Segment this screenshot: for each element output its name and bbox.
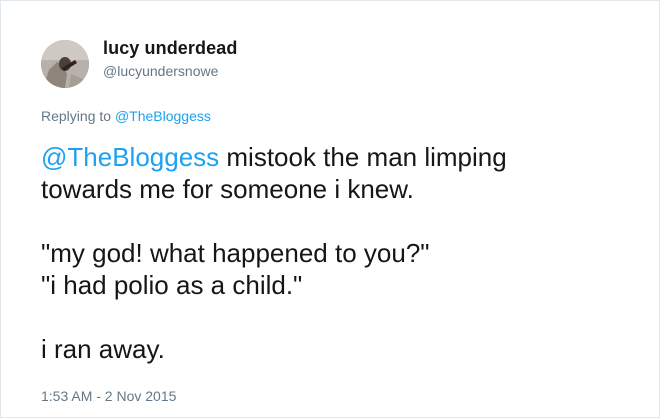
avatar[interactable] bbox=[41, 40, 89, 88]
replying-to-label: Replying to bbox=[41, 108, 115, 124]
tweet-line-1-text: mistook the man limping bbox=[219, 142, 507, 172]
replying-to-link[interactable]: @TheBloggess bbox=[115, 108, 211, 124]
tweet-text: @TheBloggess mistook the man limping tow… bbox=[41, 141, 641, 365]
replying-to: Replying to @TheBloggess bbox=[41, 108, 211, 124]
display-name[interactable]: lucy underdead bbox=[103, 38, 237, 59]
avatar-photo-icon bbox=[41, 40, 89, 88]
tweet-line-3: "my god! what happened to you?" bbox=[41, 238, 430, 268]
mention-link[interactable]: @TheBloggess bbox=[41, 142, 219, 172]
tweet-card: lucy underdead @lucyundersnowe Replying … bbox=[0, 0, 660, 418]
user-handle[interactable]: @lucyundersnowe bbox=[103, 63, 218, 79]
tweet-line-5: i ran away. bbox=[41, 334, 165, 364]
tweet-line-1: @TheBloggess mistook the man limping bbox=[41, 141, 641, 173]
tweet-line-2: towards me for someone i knew. bbox=[41, 174, 414, 204]
tweet-timestamp[interactable]: 1:53 AM - 2 Nov 2015 bbox=[41, 388, 176, 404]
tweet-line-4: "i had polio as a child." bbox=[41, 270, 303, 300]
